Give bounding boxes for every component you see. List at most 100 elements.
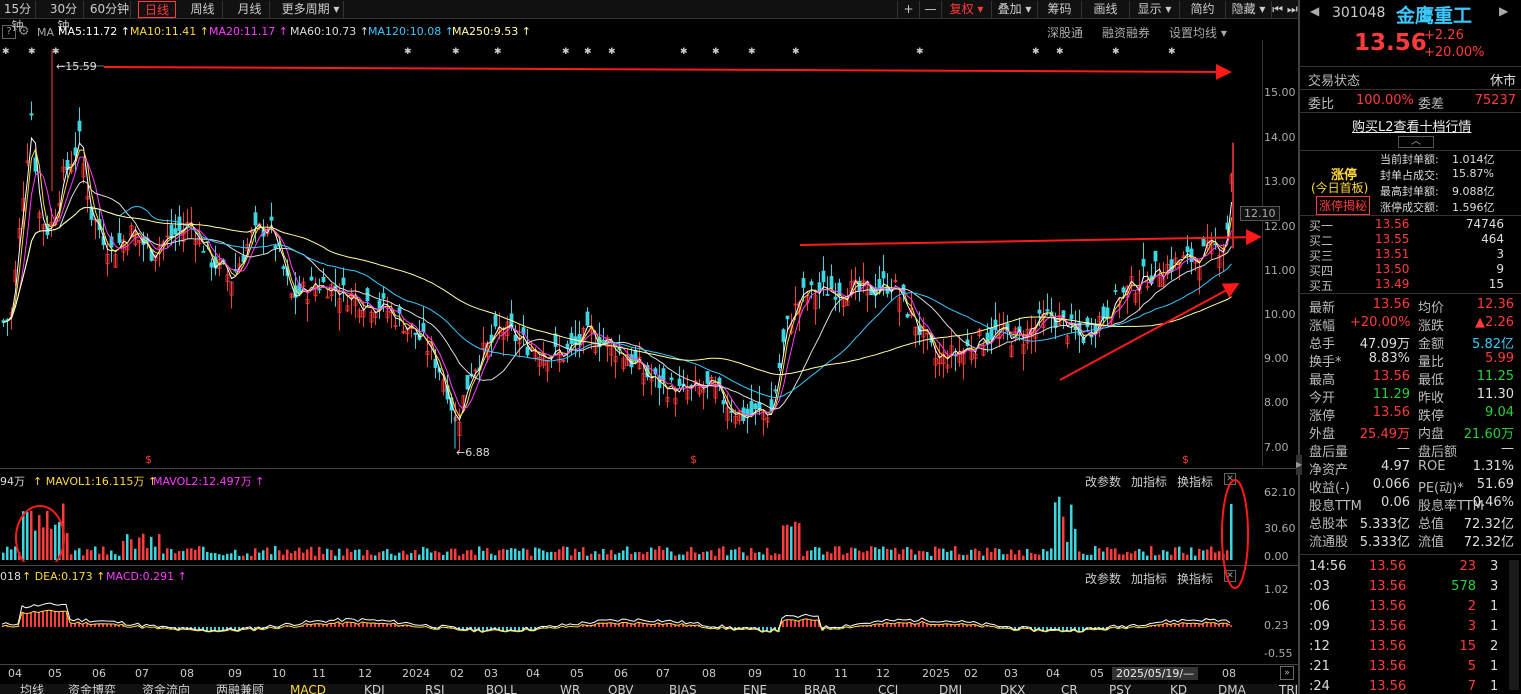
zoom-out-button[interactable]: — [919, 1, 941, 18]
indicator-tab[interactable]: BOLL [486, 684, 517, 694]
prev-stock-icon[interactable]: ◀ [1310, 4, 1319, 18]
date-tick: 03 [484, 667, 498, 680]
zt-reveal-button[interactable]: 涨停揭秘 [1316, 196, 1371, 215]
volume-chart[interactable] [0, 488, 1262, 562]
volume-bar [970, 549, 973, 560]
tick-scrollbar[interactable] [1509, 560, 1519, 690]
bid-volume[interactable]: 464 [1481, 232, 1504, 246]
simple-button[interactable]: 简约 [1179, 1, 1225, 18]
event-marker[interactable]: ✱ [52, 47, 60, 57]
sidebar-toggle-icon[interactable]: ▶ [1296, 455, 1302, 475]
tick-price: 13.56 [1369, 679, 1407, 694]
indicator-tab[interactable]: DMA [1218, 684, 1246, 694]
period-day[interactable]: 日线 [138, 1, 176, 18]
volume-bar [374, 555, 377, 560]
next-stock-icon[interactable]: ▶ [1499, 4, 1508, 18]
display-dropdown[interactable]: 显示 ▾ [1129, 1, 1179, 18]
event-marker[interactable]: ✱ [584, 47, 592, 57]
indicator-tab[interactable]: 资金流向 [142, 684, 190, 694]
candle [553, 333, 558, 347]
dividend-marker[interactable]: $ [690, 453, 697, 466]
overlay-dropdown[interactable]: 叠加 ▾ [991, 1, 1037, 18]
event-marker[interactable]: ✱ [494, 47, 502, 57]
period-15min[interactable]: 15分钟 [0, 1, 36, 33]
period-month[interactable]: 月线 [230, 1, 270, 18]
event-marker[interactable]: ✱ [608, 47, 616, 57]
indicator-tab[interactable]: CR [1061, 684, 1078, 694]
volume-bar [678, 554, 681, 560]
bid-volume[interactable]: 9 [1496, 262, 1504, 276]
indicator-tab[interactable]: KDJ [364, 684, 385, 694]
chips-button[interactable]: 筹码 [1037, 1, 1081, 18]
candlestick-chart[interactable]: ✱ ✱ ✱ ✱ ✱ ✱ ✱ ✱ ✱ ✱ ✱ ✱ ✱ ✱ ✱ ✱ ✱ ✱ $ $ $ [0, 40, 1262, 466]
event-marker[interactable]: ✱ [916, 47, 924, 57]
fuquan-dropdown[interactable]: 复权 ▾ [941, 1, 991, 18]
indicator-tab[interactable]: OBV [608, 684, 634, 694]
period-week[interactable]: 周线 [183, 1, 223, 18]
indicator-tab[interactable]: WR [560, 684, 580, 694]
indicator-tab[interactable]: 资金博弈 [68, 684, 116, 694]
macd-chart[interactable] [0, 585, 1262, 661]
candle [341, 277, 346, 286]
help-icon[interactable]: ? [2, 25, 16, 39]
period-more-dropdown[interactable]: 更多周期 ▾ [278, 1, 344, 18]
dividend-marker[interactable]: $ [145, 453, 152, 466]
event-marker[interactable]: ✱ [452, 47, 460, 57]
volume-bar [262, 550, 265, 560]
volume-bar [558, 549, 561, 560]
collapse-up-icon[interactable]: ︿ [1398, 136, 1434, 148]
hide-dropdown[interactable]: 隐藏 ▾ [1225, 1, 1271, 18]
volume-bar [126, 534, 129, 560]
event-marker[interactable]: ✱ [792, 47, 800, 57]
event-marker[interactable]: ✱ [28, 47, 36, 57]
volume-bar [1194, 555, 1197, 560]
indicator-tab[interactable]: CCI [878, 684, 898, 694]
draw-line-button[interactable]: 画线 [1081, 1, 1129, 18]
indicator-tab[interactable]: 两融兼顾 [216, 684, 264, 694]
link-sgt[interactable]: 深股通 [1047, 24, 1083, 41]
indicator-tab[interactable]: BRAR [804, 684, 837, 694]
scroll-right-icon[interactable]: » [1280, 666, 1294, 680]
volume-bar [1070, 504, 1073, 560]
buy-l2-link[interactable]: 购买L2查看十档行情 [1352, 116, 1472, 135]
bid-volume[interactable]: 3 [1496, 247, 1504, 261]
volume-bar [1098, 548, 1101, 560]
collapse-arrows[interactable]: ⏮ ⏭ [1271, 1, 1298, 18]
period-60min[interactable]: 60分钟 [89, 1, 131, 18]
event-marker[interactable]: ✱ [712, 47, 720, 57]
bid-volume[interactable]: 15 [1489, 277, 1504, 291]
indicator-tab[interactable]: TRIX [1279, 684, 1298, 694]
indicator-tab[interactable]: KD [1170, 684, 1187, 694]
indicator-tab[interactable]: ENE [743, 684, 767, 694]
event-marker[interactable]: ✱ [1056, 47, 1064, 57]
event-marker[interactable]: ✱ [748, 47, 756, 57]
indicator-tab[interactable]: PSY [1109, 684, 1131, 694]
bid-volume[interactable]: 74746 [1466, 217, 1504, 231]
volume-bar [686, 551, 689, 560]
event-marker[interactable]: ✱ [1112, 47, 1120, 57]
event-marker[interactable]: ✱ [562, 47, 570, 57]
indicator-tab[interactable]: MACD [290, 684, 326, 694]
indicator-tab[interactable]: BIAS [669, 684, 697, 694]
indicator-tab[interactable]: DKX [1000, 684, 1025, 694]
period-30min[interactable]: 30分钟 [44, 1, 84, 33]
volume-bar [154, 546, 157, 560]
volume-bar [146, 548, 149, 560]
zoom-in-button[interactable]: + [897, 1, 919, 18]
indicator-tab[interactable]: RSI [425, 684, 445, 694]
vol-tick: 62.10 [1264, 486, 1296, 499]
indicator-tab[interactable]: DMI [939, 684, 962, 694]
stat-label: 均价 [1418, 301, 1445, 316]
indicator-tab[interactable]: 均线 [20, 684, 44, 694]
gear-icon[interactable]: ⚙ [18, 24, 30, 39]
event-marker[interactable]: ✱ [680, 47, 688, 57]
event-marker[interactable]: ✱ [1032, 47, 1040, 57]
link-rzrq[interactable]: 融资融券 [1102, 24, 1150, 41]
volume-bar [922, 551, 925, 560]
link-set-ma[interactable]: 设置均线 ▾ [1169, 24, 1227, 41]
event-marker[interactable]: ✱ [1168, 47, 1176, 57]
event-marker[interactable]: ✱ [404, 47, 412, 57]
dividend-marker[interactable]: $ [1182, 453, 1189, 466]
candle [169, 224, 174, 239]
event-marker[interactable]: ✱ [2, 47, 10, 57]
